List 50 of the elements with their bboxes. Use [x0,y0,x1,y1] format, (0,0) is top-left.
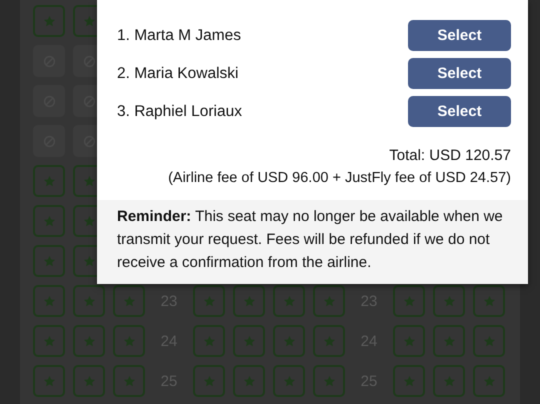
star-icon [282,334,296,348]
select-button[interactable]: Select [408,58,511,89]
star-icon [442,334,456,348]
blocked-icon [82,134,96,148]
star-icon [42,334,56,348]
star-icon [82,214,96,228]
star-icon [82,174,96,188]
select-button[interactable]: Select [408,20,511,51]
star-icon [242,374,256,388]
star-icon [322,294,336,308]
star-icon [42,374,56,388]
star-icon [242,334,256,348]
star-icon [42,294,56,308]
star-icon [202,374,216,388]
star-icon [82,334,96,348]
star-icon [122,334,136,348]
star-icon [42,214,56,228]
star-icon [242,294,256,308]
star-icon [282,374,296,388]
star-icon [42,14,56,28]
total-price: Total: USD 120.57 [388,147,511,164]
blocked-icon [82,94,96,108]
passenger-name: 2. Maria Kowalski [117,64,238,82]
star-icon [482,374,496,388]
star-icon [82,14,96,28]
star-icon [122,294,136,308]
blocked-icon [82,54,96,68]
fee-breakdown: (Airline fee of USD 96.00 + JustFly fee of USD 24.57) [167,170,511,186]
reminder-text: Reminder: This seat may no longer be available when we transmit your request. Fees will be refunded if we do not receive a confirmation from the airline. [117,207,504,273]
star-icon [402,374,416,388]
star-icon [402,334,416,348]
star-icon [402,294,416,308]
star-icon [482,334,496,348]
star-icon [442,374,456,388]
star-icon [82,374,96,388]
star-icon [442,294,456,308]
star-icon [82,254,96,268]
star-icon [482,294,496,308]
passenger-name: 1. Marta M James [117,26,242,44]
star-icon [82,294,96,308]
star-icon [322,374,336,388]
star-icon [42,254,56,268]
star-icon [42,174,56,188]
passenger-name: 3. Raphiel Loriaux [117,102,242,120]
star-icon [122,374,136,388]
star-icon [202,294,216,308]
star-icon [282,294,296,308]
select-button[interactable]: Select [408,96,511,127]
star-icon [202,334,216,348]
star-icon [322,334,336,348]
